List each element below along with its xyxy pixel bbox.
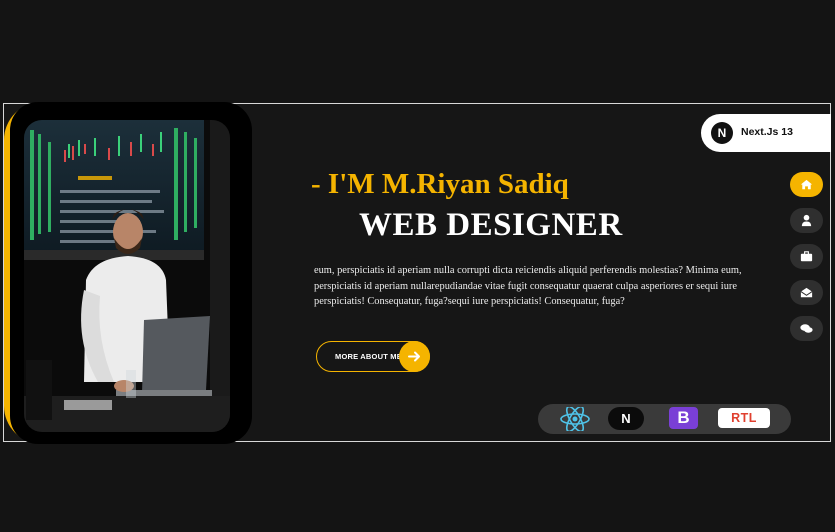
hero-intro: - I'M M.Riyan Sadiq xyxy=(311,168,569,200)
react-icon xyxy=(558,405,592,433)
hero-role: WEB DESIGNER xyxy=(359,207,623,243)
nextjs-logo-icon: N xyxy=(711,122,733,144)
more-about-me-label: MORE ABOUT ME xyxy=(335,352,402,361)
framework-label: Next.Js 13 xyxy=(741,126,793,138)
tech-stack-bar: N B RTL xyxy=(538,404,791,434)
briefcase-icon xyxy=(800,251,813,262)
chat-icon xyxy=(800,324,813,333)
user-icon xyxy=(801,214,812,227)
envelope-icon xyxy=(800,287,813,298)
arrow-right-icon xyxy=(399,341,430,372)
profile-photo xyxy=(24,120,230,432)
hero-description: eum, perspiciatis id aperiam nulla corru… xyxy=(314,265,742,307)
rtl-icon: RTL xyxy=(718,408,770,428)
bootstrap-icon: B xyxy=(669,407,698,429)
profile-photo-illustration xyxy=(24,120,230,432)
more-about-me-button[interactable]: MORE ABOUT ME xyxy=(316,341,430,372)
nextjs-icon: N xyxy=(608,407,644,430)
nav-messages-button[interactable] xyxy=(790,316,823,341)
home-icon xyxy=(800,179,813,190)
nav-contact-button[interactable] xyxy=(790,280,823,305)
nav-about-button[interactable] xyxy=(790,208,823,233)
nav-portfolio-button[interactable] xyxy=(790,244,823,269)
framework-pill: N Next.Js 13 xyxy=(701,114,831,152)
nav-home-button[interactable] xyxy=(790,172,823,197)
profile-portrait xyxy=(4,102,252,444)
photo-frame xyxy=(10,102,252,444)
